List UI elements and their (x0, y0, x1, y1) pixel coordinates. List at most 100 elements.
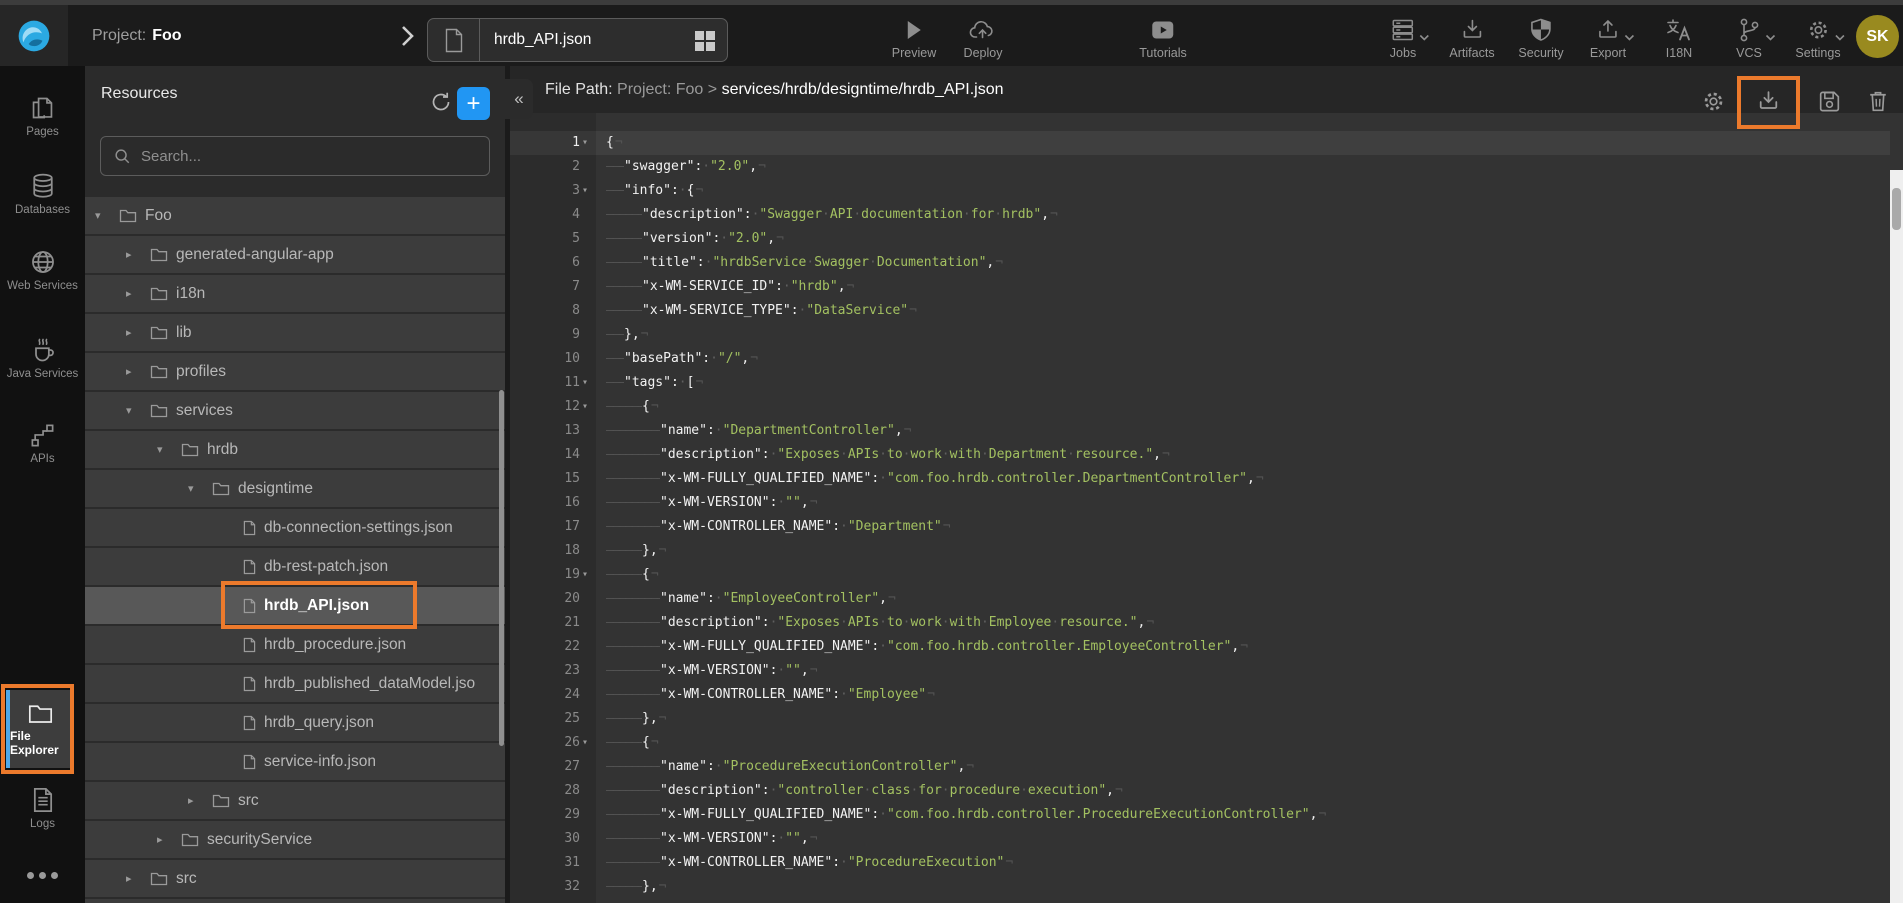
add-resource-button[interactable]: + (457, 87, 490, 120)
code-line-1[interactable]: {¬ (596, 131, 1890, 155)
caret-right-icon[interactable]: ▸ (126, 326, 150, 339)
code-line-18[interactable]: ————————},¬ (596, 539, 1890, 563)
code-line-6[interactable]: ————————"title":·"hrdbService·Swagger·Do… (596, 251, 1890, 275)
code-line-12[interactable]: ————————{¬ (596, 395, 1890, 419)
tree-item-securityservice[interactable]: ▸securityService (85, 821, 505, 858)
jobs-button[interactable]: Jobs (1390, 16, 1416, 60)
deploy-button[interactable]: Deploy (964, 16, 1003, 60)
caret-right-icon[interactable]: ▸ (126, 365, 150, 378)
code-line-30[interactable]: ————————————"x-WM-VERSION":·"",¬ (596, 827, 1890, 851)
tree-item-i18n[interactable]: ▸i18n (85, 275, 505, 312)
delete-file-icon[interactable] (1865, 88, 1891, 115)
code-line-11[interactable]: ————"tags":·[¬ (596, 371, 1890, 395)
sidebar-item-pages[interactable]: Pages (0, 94, 85, 139)
caret-right-icon[interactable]: ▸ (157, 833, 181, 846)
editor-scrollbar-track[interactable] (1890, 170, 1903, 903)
sidebar-item-java-services[interactable]: Java Services (0, 336, 85, 381)
code-line-4[interactable]: ————————"description":·"Swagger·API·docu… (596, 203, 1890, 227)
code-line-25[interactable]: ————————},¬ (596, 707, 1890, 731)
user-avatar[interactable]: SK (1856, 15, 1899, 58)
code-line-23[interactable]: ————————————"x-WM-VERSION":·"",¬ (596, 659, 1890, 683)
code-line-7[interactable]: ————————"x-WM-SERVICE_ID":·"hrdb",¬ (596, 275, 1890, 299)
code-line-17[interactable]: ————————————"x-WM-CONTROLLER_NAME":·"Dep… (596, 515, 1890, 539)
caret-down-icon[interactable]: ▾ (157, 443, 181, 456)
tree-item-service-info-json[interactable]: service-info.json (85, 743, 505, 780)
settings-button[interactable]: Settings (1795, 16, 1840, 60)
code-line-3[interactable]: ————"info":·{¬ (596, 179, 1890, 203)
code-line-22[interactable]: ————————————"x-WM-FULLY_QUALIFIED_NAME":… (596, 635, 1890, 659)
code-line-9[interactable]: ————},¬ (596, 323, 1890, 347)
caret-right-icon[interactable]: ▸ (126, 248, 150, 261)
fold-caret-icon[interactable]: ▾ (582, 371, 595, 395)
search-box[interactable] (100, 136, 490, 176)
tree-scrollbar-thumb[interactable] (499, 390, 504, 746)
tree-item-src[interactable]: ▸src (85, 860, 505, 897)
app-logo[interactable] (0, 5, 68, 66)
code-line-21[interactable]: ————————————"description":·"Exposes·APIs… (596, 611, 1890, 635)
security-button[interactable]: Security (1518, 16, 1563, 60)
tree-item-profiles[interactable]: ▸profiles (85, 353, 505, 390)
caret-down-icon[interactable]: ▾ (95, 209, 119, 222)
download-file-icon[interactable] (1755, 88, 1782, 115)
fold-caret-icon[interactable]: ▾ (582, 563, 595, 587)
sidebar-item-web-services[interactable]: Web Services (0, 248, 85, 293)
tree-item-hrdb[interactable]: ▾hrdb (85, 431, 505, 468)
sidebar-item-databases[interactable]: Databases (0, 172, 85, 217)
fold-caret-icon[interactable]: ▾ (582, 731, 595, 755)
tree-item-db-rest-patch-json[interactable]: db-rest-patch.json (85, 548, 505, 585)
file-settings-gear-icon[interactable] (1700, 88, 1727, 115)
code-line-14[interactable]: ————————————"description":·"Exposes·APIs… (596, 443, 1890, 467)
code-line-5[interactable]: ————————"version":·"2.0",¬ (596, 227, 1890, 251)
code-line-31[interactable]: ————————————"x-WM-CONTROLLER_NAME":·"Pro… (596, 851, 1890, 875)
sidebar-item-logs[interactable]: Logs (0, 786, 85, 831)
tree-item-src[interactable]: ▸src (85, 782, 505, 819)
vcs-button[interactable]: VCS (1736, 16, 1762, 60)
caret-down-icon[interactable]: ▾ (126, 404, 150, 417)
code-line-8[interactable]: ————————"x-WM-SERVICE_TYPE":·"DataServic… (596, 299, 1890, 323)
fold-caret-icon[interactable]: ▾ (582, 395, 595, 419)
code-line-28[interactable]: ————————————"description":·"controller·c… (596, 779, 1890, 803)
code-line-16[interactable]: ————————————"x-WM-VERSION":·"",¬ (596, 491, 1890, 515)
grid-view-icon[interactable] (695, 31, 715, 51)
export-button[interactable]: Export (1590, 16, 1626, 60)
tree-item-hrdb-query-json[interactable]: hrdb_query.json (85, 704, 505, 741)
save-file-icon[interactable] (1816, 88, 1843, 115)
code-line-15[interactable]: ————————————"x-WM-FULLY_QUALIFIED_NAME":… (596, 467, 1890, 491)
tree-item-lib[interactable]: ▸lib (85, 314, 505, 351)
code-line-10[interactable]: ————"basePath":·"/",¬ (596, 347, 1890, 371)
code-line-26[interactable]: ————————{¬ (596, 731, 1890, 755)
code-line-32[interactable]: ————————},¬ (596, 875, 1890, 899)
tree-item-designtime[interactable]: ▾designtime (85, 470, 505, 507)
code-line-20[interactable]: ————————————"name":·"EmployeeController"… (596, 587, 1890, 611)
tree-item-services[interactable]: ▾services (85, 392, 505, 429)
code-line-13[interactable]: ————————————"name":·"DepartmentControlle… (596, 419, 1890, 443)
search-input[interactable] (141, 148, 461, 165)
caret-down-icon[interactable]: ▾ (188, 482, 212, 495)
artifacts-button[interactable]: Artifacts (1449, 16, 1494, 60)
code-line-27[interactable]: ————————————"name":·"ProcedureExecutionC… (596, 755, 1890, 779)
caret-right-icon[interactable]: ▸ (126, 872, 150, 885)
code-line-24[interactable]: ————————————"x-WM-CONTROLLER_NAME":·"Emp… (596, 683, 1890, 707)
i18n-button[interactable]: I18N (1666, 16, 1693, 60)
code-editor[interactable]: 1▾23▾4567891011▾12▾13141516171819▾202122… (510, 113, 1890, 903)
collapse-panel-button[interactable]: « (505, 79, 533, 119)
caret-right-icon[interactable]: ▸ (188, 794, 212, 807)
open-file-tab[interactable]: hrdb_API.json (427, 18, 728, 62)
code-line-29[interactable]: ————————————"x-WM-FULLY_QUALIFIED_NAME":… (596, 803, 1890, 827)
tree-item-generated-angular-app[interactable]: ▸generated-angular-app (85, 236, 505, 273)
code-line-2[interactable]: ————"swagger":·"2.0",¬ (596, 155, 1890, 179)
code-line-19[interactable]: ————————{¬ (596, 563, 1890, 587)
preview-button[interactable]: Preview (892, 16, 936, 60)
more-options-icon[interactable] (0, 872, 85, 879)
tree-item-db-connection-settings-json[interactable]: db-connection-settings.json (85, 509, 505, 546)
editor-scrollbar-thumb[interactable] (1892, 188, 1901, 230)
tree-item-hrdb-published-datamodel-jso[interactable]: hrdb_published_dataModel.jso (85, 665, 505, 702)
fold-caret-icon[interactable]: ▾ (582, 179, 595, 203)
sidebar-item-file-explorer[interactable]: File Explorer (6, 690, 70, 768)
refresh-icon[interactable] (429, 90, 453, 114)
tree-item-foo[interactable]: ▾Foo (85, 197, 505, 234)
fold-caret-icon[interactable]: ▾ (582, 131, 595, 155)
tab-scroll-chevron-icon[interactable] (401, 25, 415, 47)
caret-right-icon[interactable]: ▸ (126, 287, 150, 300)
tree-item-hrdb-api-json[interactable]: hrdb_API.json (85, 587, 505, 624)
